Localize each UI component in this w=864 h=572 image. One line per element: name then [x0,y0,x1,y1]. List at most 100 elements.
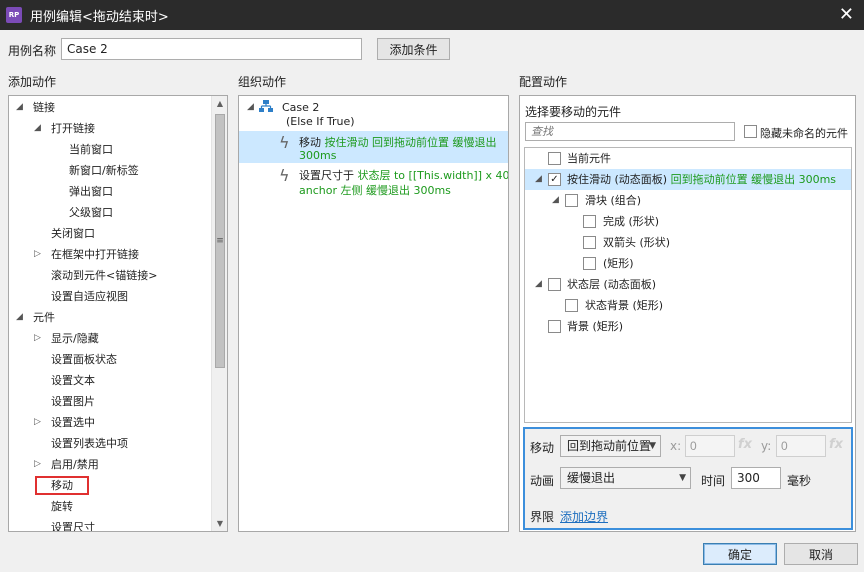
add-action-item[interactable]: ◢ 元件 [9,307,227,328]
add-action-item[interactable]: ▷ 启用/禁用 [9,454,227,475]
widget-row[interactable]: 背景 (矩形) [525,316,851,337]
widget-checkbox[interactable] [583,257,596,270]
add-action-label: 设置文本 [51,374,95,387]
move-label: 移动 [530,441,555,455]
x-label: x: [670,439,682,453]
ms-label: 毫秒 [787,474,812,488]
add-action-label: 设置图片 [51,395,95,408]
expand-icon[interactable]: ▷ [34,328,41,349]
action-item-resize[interactable]: ϟ 设置尺寸于 状态层 to [[This.width]] x 40 ancho… [239,164,508,197]
widget-checkbox[interactable] [565,299,578,312]
animation-select[interactable]: 缓慢退出 ▼ [560,467,691,489]
widget-checkbox[interactable] [548,278,561,291]
animation-label: 动画 [530,474,555,488]
case-title[interactable]: Case 2 [282,101,319,114]
lightning-icon: ϟ [279,133,290,152]
action-verb: 设置尺寸于 [299,169,354,182]
add-action-item[interactable]: 设置列表选中项 [9,433,227,454]
add-action-item[interactable]: ▷ 设置选中 [9,412,227,433]
hide-unnamed-checkbox[interactable] [744,125,757,138]
case-name-input[interactable] [61,38,362,60]
add-action-item[interactable]: 设置文本 [9,370,227,391]
widget-search-input[interactable] [525,122,735,141]
add-condition-button[interactable]: 添加条件 [377,38,450,60]
add-action-label: 显示/隐藏 [51,332,99,345]
widget-row[interactable]: ◢ 状态层 (动态面板) [525,274,851,295]
collapse-icon[interactable]: ◢ [16,307,23,328]
add-action-label: 打开链接 [51,122,95,135]
case-icon [259,100,273,113]
cancel-button[interactable]: 取消 [784,543,858,565]
add-action-label: 设置面板状态 [51,353,117,366]
widget-row[interactable]: ◢ ✓ 按住滑动 (动态面板) 回到拖动前位置 缓慢退出 300ms [525,169,851,190]
expand-case-icon[interactable]: ◢ [247,102,254,112]
add-action-item[interactable]: 新窗口/新标签 [9,160,227,181]
add-action-item[interactable]: 设置图片 [9,391,227,412]
move-type-select[interactable]: 回到拖动前位置 ▼ [560,435,661,457]
add-action-item[interactable]: 关闭窗口 [9,223,227,244]
add-action-label: 父级窗口 [69,206,113,219]
expand-icon[interactable]: ▷ [34,412,41,433]
widget-row[interactable]: 完成 (形状) [525,211,851,232]
add-action-item[interactable]: ▷ 在框架中打开链接 [9,244,227,265]
add-action-item[interactable]: 设置面板状态 [9,349,227,370]
add-action-item[interactable]: ◢ 打开链接 [9,118,227,139]
widget-checkbox[interactable] [583,236,596,249]
widget-row[interactable]: (矩形) [525,253,851,274]
add-action-item[interactable]: 设置尺寸 [9,517,227,531]
widget-row[interactable]: 当前元件 [525,148,851,169]
add-action-item[interactable]: 滚动到元件<锚链接> [9,265,227,286]
expand-icon[interactable]: ▷ [34,244,41,265]
add-action-item[interactable]: 弹出窗口 [9,181,227,202]
fx-x-button[interactable]: fx [738,437,752,452]
fx-y-button[interactable]: fx [829,437,843,452]
action-detail-2: anchor 左侧 缓慢退出 300ms [299,184,451,197]
widget-checkbox[interactable] [548,320,561,333]
hide-unnamed-label: 隐藏未命名的元件 [760,127,848,140]
ok-button[interactable]: 确定 [703,543,777,565]
collapse-icon[interactable]: ◢ [16,97,23,118]
widget-checkbox-checked[interactable]: ✓ [548,173,561,186]
add-action-item[interactable]: ◢ 链接 [9,97,227,118]
add-action-item[interactable]: 父级窗口 [9,202,227,223]
add-action-scrollbar[interactable]: ▲ ≡ ▼ [211,96,227,531]
add-action-label: 新窗口/新标签 [69,164,139,177]
window-title: 用例编辑<拖动结束时> [30,9,169,25]
time-input[interactable] [731,467,781,489]
widget-row[interactable]: 双箭头 (形状) [525,232,851,253]
widget-checkbox[interactable] [565,194,578,207]
add-action-item[interactable]: 当前窗口 [9,139,227,160]
lightning-icon: ϟ [279,166,290,185]
widget-row[interactable]: 状态背景 (矩形) [525,295,851,316]
bounds-label: 界限 [530,510,555,524]
configure-action-panel: 选择要移动的元件 隐藏未命名的元件 当前元件 ◢ ✓ 按住滑动 (动态面板) 回… [519,95,856,532]
x-input[interactable] [685,435,735,457]
collapse-icon[interactable]: ◢ [535,169,542,190]
add-bound-link[interactable]: 添加边界 [560,508,608,525]
organize-action-header: 组织动作 [238,75,287,89]
scroll-down-icon[interactable]: ▼ [212,519,227,528]
expand-icon[interactable]: ▷ [34,454,41,475]
add-action-item[interactable]: 设置自适应视图 [9,286,227,307]
add-action-item[interactable]: 旋转 [9,496,227,517]
widget-checkbox[interactable] [548,152,561,165]
move-settings-box: 移动 回到拖动前位置 ▼ x: fx y: fx 动画 缓慢退出 ▼ 时间 毫秒… [523,427,853,530]
add-action-header: 添加动作 [8,75,57,89]
add-action-label: 启用/禁用 [51,458,99,471]
time-label: 时间 [701,474,726,488]
add-action-label: 元件 [33,311,55,324]
widget-row[interactable]: ◢ 滑块 (组合) [525,190,851,211]
collapse-icon[interactable]: ◢ [535,274,542,295]
add-action-item[interactable]: ▷ 显示/隐藏 [9,328,227,349]
action-item-move[interactable]: ϟ 移动 按住滑动 回到拖动前位置 缓慢退出 300ms [239,131,508,163]
action-detail: 按住滑动 回到拖动前位置 缓慢退出 [324,136,497,149]
add-action-item[interactable]: 移动 [9,475,227,496]
scroll-up-icon[interactable]: ▲ [212,99,227,108]
add-action-label: 移动 [35,476,89,495]
collapse-icon[interactable]: ◢ [552,190,559,211]
y-input[interactable] [776,435,826,457]
widget-tree: 当前元件 ◢ ✓ 按住滑动 (动态面板) 回到拖动前位置 缓慢退出 300ms … [524,147,852,423]
widget-checkbox[interactable] [583,215,596,228]
close-icon[interactable]: ✕ [839,4,854,25]
collapse-icon[interactable]: ◢ [34,118,41,139]
